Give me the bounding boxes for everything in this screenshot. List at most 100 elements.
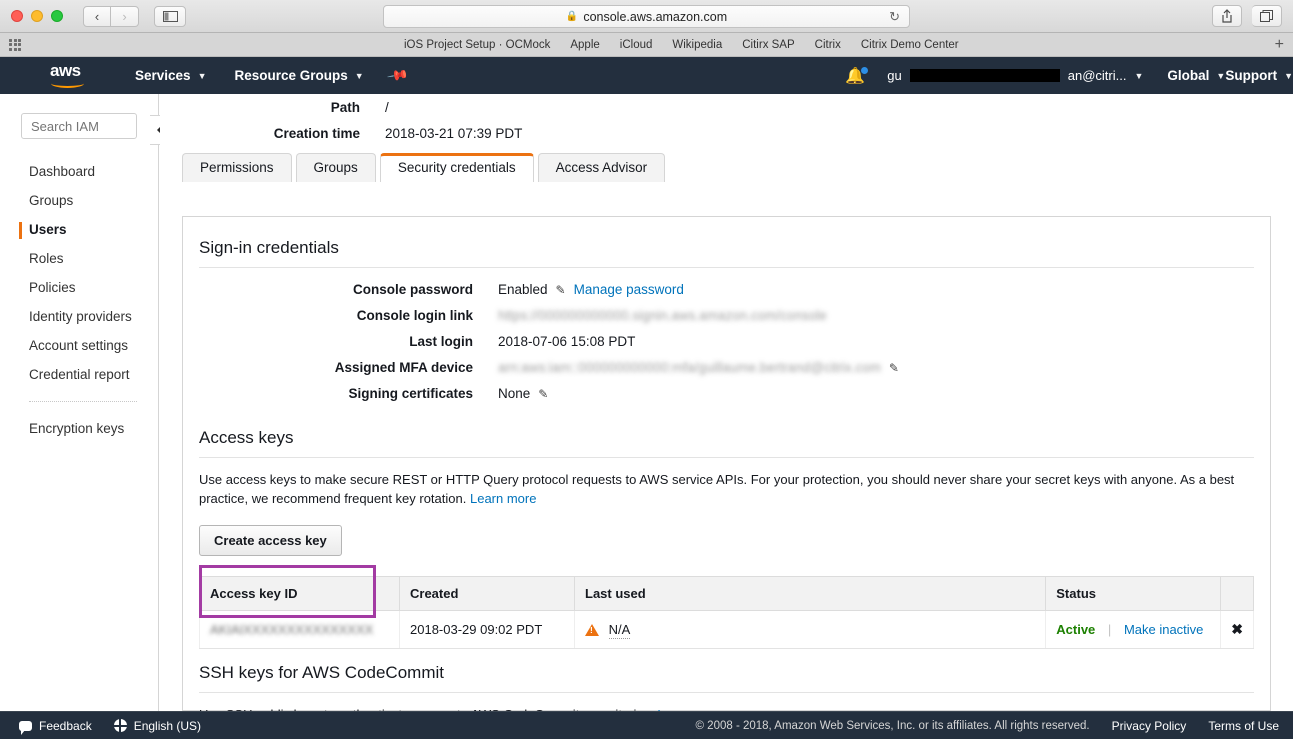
sidebar-item-identity-providers[interactable]: Identity providers xyxy=(0,302,158,331)
nav-resource-groups-menu[interactable]: Resource Groups ▼ xyxy=(234,68,363,83)
sidebar-item-label: Encryption keys xyxy=(29,421,124,436)
bookmark-item[interactable]: Apple xyxy=(570,39,599,51)
pin-icon[interactable]: 📌 xyxy=(385,64,409,88)
sidebar-panel-icon[interactable] xyxy=(154,6,186,27)
column-header-created[interactable]: Created xyxy=(400,577,575,611)
meta-row-creation-time: Creation time 2018-03-21 07:39 PDT xyxy=(160,126,1293,141)
account-name-prefix: gu xyxy=(887,68,901,83)
bookmark-item[interactable]: Wikipedia xyxy=(672,39,722,51)
sidebar-item-credential-report[interactable]: Credential report xyxy=(0,360,158,389)
feedback-label: Feedback xyxy=(39,719,92,733)
back-button[interactable]: ‹ xyxy=(83,6,111,27)
column-header-status[interactable]: Status xyxy=(1046,577,1221,611)
tab-groups[interactable]: Groups xyxy=(296,153,376,182)
bookmarks-grid-icon[interactable] xyxy=(9,39,21,51)
chevron-down-icon: ▼ xyxy=(1284,71,1293,81)
row-console-password: Console password Enabled ✎ Manage passwo… xyxy=(199,282,1254,297)
sidebar-item-label: Dashboard xyxy=(29,164,95,179)
column-header-access-key-id[interactable]: Access key ID xyxy=(200,577,400,611)
edit-pencil-icon[interactable]: ✎ xyxy=(889,361,899,375)
sidebar-item-users[interactable]: Users xyxy=(0,215,158,244)
account-menu[interactable]: guan@citri... ▼ xyxy=(887,68,1143,83)
close-x-icon[interactable]: ✖ xyxy=(1231,621,1243,637)
access-keys-description-block: Use access keys to make secure REST or H… xyxy=(199,458,1254,508)
warning-triangle-icon xyxy=(585,624,599,636)
access-keys-learn-more-link[interactable]: Learn more xyxy=(470,491,536,506)
row-value: Enabled xyxy=(498,282,548,297)
bookmark-item[interactable]: iCloud xyxy=(620,39,653,51)
aws-top-navigation: aws Services ▼ Resource Groups ▼ 📌 🔔 gua… xyxy=(0,57,1293,94)
table-row: AKIAIXXXXXXXXXXXXXXX 2018-03-29 09:02 PD… xyxy=(200,611,1254,649)
sidebar-item-label: Groups xyxy=(29,193,73,208)
tab-access-advisor[interactable]: Access Advisor xyxy=(538,153,666,182)
terms-of-use-link[interactable]: Terms of Use xyxy=(1208,719,1279,733)
tab-label: Permissions xyxy=(200,160,274,175)
cell-created: 2018-03-29 09:02 PDT xyxy=(400,611,575,649)
row-label: Console login link xyxy=(199,308,473,323)
signin-credentials-heading: Sign-in credentials xyxy=(199,216,1254,267)
bookmark-item[interactable]: Citrix Demo Center xyxy=(861,39,959,51)
minimize-window-button[interactable] xyxy=(31,10,43,22)
nav-services-menu[interactable]: Services ▼ xyxy=(135,68,206,83)
cell-access-key-id: AKIAIXXXXXXXXXXXXXXX xyxy=(200,611,400,649)
manage-password-link[interactable]: Manage password xyxy=(574,282,684,297)
sidebar-item-roles[interactable]: Roles xyxy=(0,244,158,273)
column-header-actions xyxy=(1221,577,1254,611)
meta-value: / xyxy=(385,100,389,115)
window-traffic-lights xyxy=(11,10,63,22)
maximize-window-button[interactable] xyxy=(51,10,63,22)
row-label: Last login xyxy=(199,334,473,349)
sidebar-item-encryption-keys[interactable]: Encryption keys xyxy=(0,414,158,443)
tab-bar: Permissions Groups Security credentials … xyxy=(182,153,1293,182)
browser-nav-buttons: ‹ › xyxy=(83,6,139,27)
bookmark-item[interactable]: Citirx SAP xyxy=(742,39,794,51)
sidebar-item-dashboard[interactable]: Dashboard xyxy=(0,157,158,186)
tab-permissions[interactable]: Permissions xyxy=(182,153,292,182)
nav-support-menu[interactable]: Support ▼ xyxy=(1225,68,1293,83)
language-label: English (US) xyxy=(134,719,201,733)
sidebar-item-account-settings[interactable]: Account settings xyxy=(0,331,158,360)
edit-pencil-icon[interactable]: ✎ xyxy=(538,387,548,401)
panel-top-border xyxy=(182,216,1271,217)
create-access-key-button[interactable]: Create access key xyxy=(199,525,342,556)
sidebar-divider xyxy=(29,401,137,402)
sidebar-item-policies[interactable]: Policies xyxy=(0,273,158,302)
feedback-button[interactable]: Feedback xyxy=(19,719,92,733)
notification-bell-button[interactable]: 🔔 xyxy=(845,66,865,86)
search-input[interactable] xyxy=(21,113,137,139)
row-last-login: Last login 2018-07-06 15:08 PDT xyxy=(199,334,1254,349)
row-label: Console password xyxy=(199,282,473,297)
address-bar[interactable]: 🔒 console.aws.amazon.com ↻ xyxy=(383,5,910,28)
privacy-policy-link[interactable]: Privacy Policy xyxy=(1112,719,1187,733)
browser-toolbar: ‹ › 🔒 console.aws.amazon.com ↻ xyxy=(0,0,1293,33)
edit-pencil-icon[interactable]: ✎ xyxy=(556,283,566,297)
bookmark-item[interactable]: iOS Project Setup · OCMock xyxy=(404,39,550,51)
meta-row-path: Path / xyxy=(160,100,1293,115)
language-selector[interactable]: English (US) xyxy=(114,719,201,733)
footer-right: © 2008 - 2018, Amazon Web Services, Inc.… xyxy=(696,719,1280,733)
access-key-id-redacted: AKIAIXXXXXXXXXXXXXXX xyxy=(210,622,373,637)
bookmark-item[interactable]: Citrix xyxy=(815,39,841,51)
aws-logo[interactable]: aws xyxy=(50,63,90,88)
table-header-row: Access key ID Created Last used Status xyxy=(200,577,1254,611)
sidebar-item-groups[interactable]: Groups xyxy=(0,186,158,215)
reload-icon[interactable]: ↻ xyxy=(889,9,900,25)
make-inactive-link[interactable]: Make inactive xyxy=(1124,622,1203,637)
access-keys-description: Use access keys to make secure REST or H… xyxy=(199,472,1234,506)
forward-button[interactable]: › xyxy=(111,6,139,27)
show-tabs-icon[interactable] xyxy=(1252,5,1282,27)
tab-security-credentials[interactable]: Security credentials xyxy=(380,153,534,182)
column-header-last-used[interactable]: Last used xyxy=(575,577,1046,611)
sidebar-item-label: Account settings xyxy=(29,338,128,353)
account-name-redaction xyxy=(910,69,1060,82)
close-window-button[interactable] xyxy=(11,10,23,22)
notification-badge xyxy=(861,67,868,74)
nav-region-menu[interactable]: Global ▼ xyxy=(1167,68,1225,83)
bookmarks-bar: iOS Project Setup · OCMock Apple iCloud … xyxy=(0,33,1293,57)
share-icon[interactable] xyxy=(1212,5,1242,27)
globe-icon xyxy=(114,719,127,732)
row-value-group: arn:aws:iam::000000000000:mfa/guillaume.… xyxy=(498,360,899,375)
meta-value: 2018-03-21 07:39 PDT xyxy=(385,126,522,141)
new-tab-button[interactable]: + xyxy=(1275,37,1284,53)
nav-services-label: Services xyxy=(135,68,191,83)
